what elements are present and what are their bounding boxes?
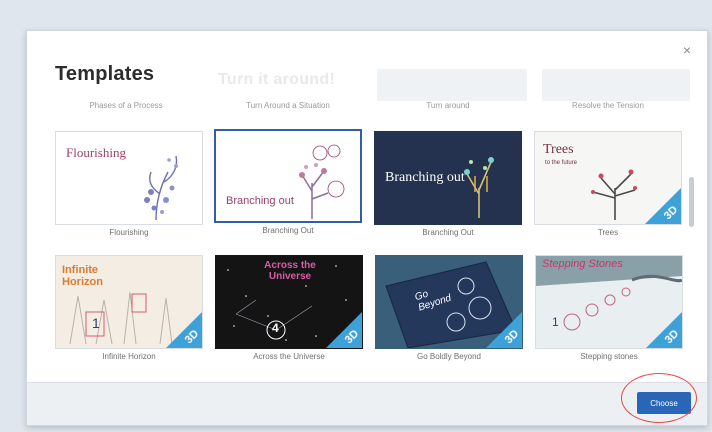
ghost-header-text: Turn it around! xyxy=(218,71,336,88)
vertical-scrollbar[interactable] xyxy=(689,177,694,227)
template-thumbnail-selected[interactable]: Branching out xyxy=(214,129,362,223)
ghost-card xyxy=(377,69,527,101)
template-card-across-the-universe[interactable]: Across the Universe 4 3D Across the Univ… xyxy=(215,255,363,361)
previous-row-caption: Turn around xyxy=(426,101,470,110)
template-caption: Stepping stones xyxy=(580,352,638,361)
template-caption: Trees xyxy=(597,228,619,237)
previous-row-caption: Phases of a Process xyxy=(89,101,163,110)
template-card-infinite-horizon[interactable]: Infinite Horizon 1 3D Infinite Horizon xyxy=(55,255,203,361)
template-thumbnail[interactable]: Trees to the future 3D xyxy=(534,131,682,225)
template-card-flourishing[interactable]: Flourishing Flourishing xyxy=(55,131,203,237)
template-caption: Infinite Horizon xyxy=(102,352,156,361)
3d-badge: 3D xyxy=(645,311,682,348)
3d-badge: 3D xyxy=(325,311,362,348)
previous-row-caption: Resolve the Tension xyxy=(572,101,644,110)
template-grid: Phases of a Process Turn Around a Situat… xyxy=(27,101,707,383)
3d-badge: 3D xyxy=(165,311,202,348)
template-thumbnail[interactable]: Go Beyond 3D xyxy=(375,255,523,349)
flourish-plant-icon xyxy=(144,155,178,221)
branching-tree-icon xyxy=(299,144,345,219)
choose-button[interactable]: Choose xyxy=(637,392,691,414)
template-thumbnail[interactable]: Branching out xyxy=(374,131,522,225)
3d-badge: 3D xyxy=(485,311,522,348)
template-caption: Go Boldly Beyond xyxy=(416,352,482,361)
template-card-branching-out-light[interactable]: Branching out Branching Out xyxy=(214,129,362,235)
template-card-stepping-stones[interactable]: Stepping Stones 1 3D Stepping stones xyxy=(535,255,683,361)
close-icon[interactable]: × xyxy=(683,43,691,57)
template-thumbnail[interactable]: Flourishing xyxy=(55,131,203,225)
template-caption: Across the Universe xyxy=(253,352,325,361)
template-caption: Flourishing xyxy=(109,228,149,237)
template-caption: Branching Out xyxy=(422,228,474,237)
template-thumbnail[interactable]: Across the Universe 4 3D xyxy=(215,255,363,349)
thumbnail-number: 4 xyxy=(272,321,279,335)
branching-dark-icon xyxy=(464,157,494,218)
thumbnail-number: 1 xyxy=(92,315,100,331)
3d-badge: 3D xyxy=(644,187,681,224)
dialog-title: Templates xyxy=(55,63,155,85)
dialog-footer: Choose xyxy=(27,382,707,425)
template-caption: Branching Out xyxy=(262,226,314,235)
template-card-branching-out-dark[interactable]: Branching out Branching Out xyxy=(374,131,522,237)
template-card-trees[interactable]: Trees to the future 3D Trees xyxy=(534,131,682,237)
template-card-go-boldly-beyond[interactable]: Go Beyond 3D Go Boldly Beyond xyxy=(375,255,523,361)
thumbnail-title: Across the Universe xyxy=(264,260,316,282)
template-thumbnail[interactable]: Infinite Horizon 1 3D xyxy=(55,255,203,349)
ghost-card xyxy=(542,69,690,101)
thumbnail-title: Stepping Stones xyxy=(542,258,623,270)
template-thumbnail[interactable]: Stepping Stones 1 3D xyxy=(535,255,683,349)
thumbnail-number: 1 xyxy=(552,315,559,329)
previous-row-caption: Turn Around a Situation xyxy=(246,101,330,110)
templates-dialog: Templates × Turn it around! Phases of a … xyxy=(26,30,708,426)
